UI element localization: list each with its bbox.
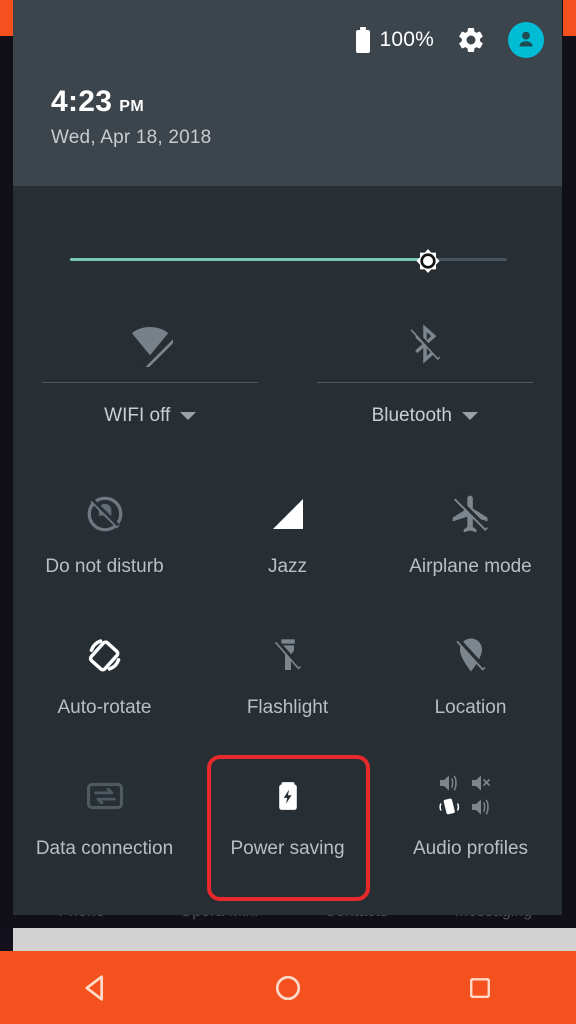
wifi-tile[interactable]: WIFI off	[13, 318, 288, 427]
wifi-off-icon	[127, 318, 174, 370]
clock-block[interactable]: 4:23 PM Wed, Apr 18, 2018	[51, 85, 211, 149]
quick-settings-header: 100% 4:23 PM Wed, Apr 18, 2018	[13, 0, 562, 186]
tile-row: Do not disturb Jazz Airplane mode	[13, 468, 562, 609]
home-button[interactable]	[258, 958, 318, 1018]
status-row: 100%	[356, 22, 544, 58]
tile-audio-profiles[interactable]: Audio profiles	[379, 750, 562, 891]
tile-label: Audio profiles	[412, 838, 529, 859]
tile-row: Data connection Power saving Audio profi…	[13, 750, 562, 891]
tile-label: Location	[434, 697, 507, 718]
tile-label: Airplane mode	[409, 556, 532, 577]
brightness-slider[interactable]	[70, 241, 507, 281]
clock-time: 4:23	[51, 85, 113, 118]
data-connection-icon	[84, 768, 126, 824]
clock-date: Wed, Apr 18, 2018	[51, 127, 212, 148]
signal-bars-icon	[268, 486, 308, 542]
tile-label: Flashlight	[246, 697, 329, 718]
brightness-fill	[70, 258, 429, 261]
quick-settings-panel: 100% 4:23 PM Wed, Apr 18, 2018 WIFI off …	[13, 0, 562, 915]
wallpaper-edge-right	[563, 0, 576, 36]
tile-row: Auto-rotate Flashlight Location	[13, 609, 562, 750]
tile-data-connection[interactable]: Data connection	[13, 750, 196, 891]
do-not-disturb-icon	[84, 486, 126, 542]
chevron-down-icon[interactable]	[180, 412, 197, 420]
tile-jazz-signal[interactable]: Jazz	[196, 468, 379, 609]
audio-profiles-icon	[438, 768, 504, 824]
chevron-down-icon[interactable]	[461, 412, 478, 420]
tile-do-not-disturb[interactable]: Do not disturb	[13, 468, 196, 609]
brightness-sun-icon[interactable]	[408, 241, 448, 281]
wifi-label: WIFI off	[104, 405, 171, 426]
battery-saver-icon	[272, 768, 304, 824]
back-button[interactable]	[66, 958, 126, 1018]
tile-auto-rotate[interactable]: Auto-rotate	[13, 609, 196, 750]
tile-airplane-mode[interactable]: Airplane mode	[379, 468, 562, 609]
bottom-grey-bar	[13, 928, 576, 951]
wifi-divider	[42, 382, 259, 383]
gear-icon[interactable]	[456, 25, 486, 55]
battery-status: 100%	[356, 27, 434, 53]
tile-location[interactable]: Location	[379, 609, 562, 750]
flashlight-off-icon	[268, 627, 308, 683]
battery-percent-label: 100%	[379, 28, 434, 51]
location-off-icon	[450, 627, 492, 683]
battery-full-icon	[356, 27, 371, 53]
tile-label: Power saving	[230, 838, 345, 859]
airplane-off-icon	[449, 486, 493, 542]
tile-label: Jazz	[267, 556, 308, 577]
wallpaper-edge-left	[0, 0, 13, 36]
user-avatar-icon[interactable]	[508, 22, 544, 58]
recents-button[interactable]	[450, 958, 510, 1018]
bluetooth-off-icon	[404, 318, 446, 370]
bluetooth-divider	[316, 382, 533, 383]
tile-power-saving[interactable]: Power saving	[196, 750, 379, 891]
navigation-bar	[0, 951, 576, 1024]
quick-settings-tiles: Do not disturb Jazz Airplane mode Auto-r…	[13, 468, 562, 891]
clock-ampm: PM	[119, 98, 145, 115]
tile-label: Auto-rotate	[57, 697, 152, 718]
phone-screen: Phone Opera Mini Contacts Messaging 100%	[0, 0, 576, 1024]
auto-rotate-icon	[83, 627, 127, 683]
tile-flashlight[interactable]: Flashlight	[196, 609, 379, 750]
connectivity-row: WIFI off Bluetooth	[13, 318, 562, 427]
bluetooth-label: Bluetooth	[371, 405, 452, 426]
tile-label: Do not disturb	[45, 556, 164, 577]
bluetooth-tile[interactable]: Bluetooth	[288, 318, 563, 427]
tile-label: Data connection	[35, 838, 174, 859]
